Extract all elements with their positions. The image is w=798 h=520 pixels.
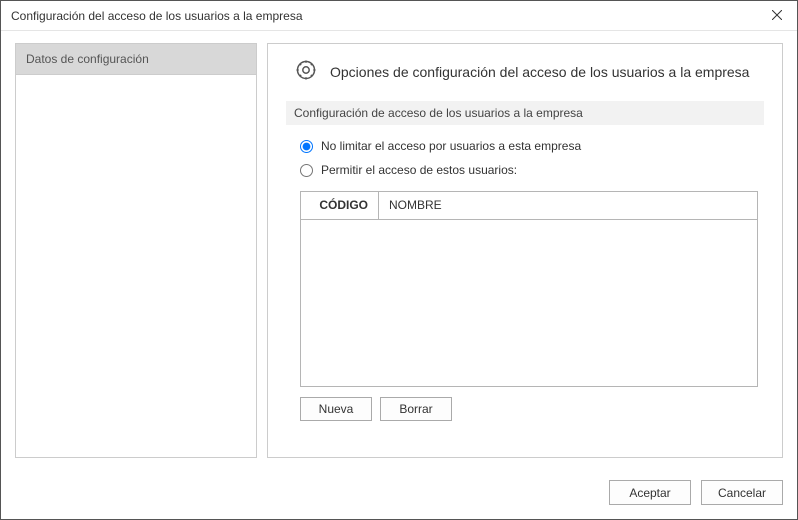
delete-button[interactable]: Borrar [380,397,452,421]
titlebar: Configuración del acceso de los usuarios… [1,1,797,31]
radio-no-limit-input[interactable] [300,140,313,153]
dialog-footer: Aceptar Cancelar [1,470,797,519]
users-table-wrap: CÓDIGO NOMBRE Nueva Borrar [300,191,758,421]
col-header-code[interactable]: CÓDIGO [301,192,379,219]
close-icon [772,9,782,23]
close-button[interactable] [757,1,797,31]
radio-allow-users[interactable]: Permitir el acceso de estos usuarios: [300,163,764,177]
accept-button[interactable]: Aceptar [609,480,691,505]
radio-no-limit-label: No limitar el acceso por usuarios a esta… [321,139,581,153]
sidebar-item-config-data[interactable]: Datos de configuración [16,44,256,75]
radio-allow-users-input[interactable] [300,164,313,177]
cancel-button[interactable]: Cancelar [701,480,783,505]
sidebar: Datos de configuración [15,43,257,458]
section-label: Configuración de acceso de los usuarios … [286,101,764,125]
radio-no-limit[interactable]: No limitar el acceso por usuarios a esta… [300,139,764,153]
table-header: CÓDIGO NOMBRE [301,192,757,220]
window-title: Configuración del acceso de los usuarios… [11,9,303,23]
sidebar-item-label: Datos de configuración [26,52,149,66]
dialog-body: Datos de configuración Opciones de confi… [1,31,797,470]
users-table[interactable]: CÓDIGO NOMBRE [300,191,758,387]
gear-icon [294,58,318,85]
table-buttons: Nueva Borrar [300,397,758,421]
radio-group: No limitar el acceso por usuarios a esta… [286,139,764,177]
radio-allow-users-label: Permitir el acceso de estos usuarios: [321,163,517,177]
panel-heading: Opciones de configuración del acceso de … [286,58,764,85]
new-button[interactable]: Nueva [300,397,372,421]
main-panel: Opciones de configuración del acceso de … [267,43,783,458]
col-header-name[interactable]: NOMBRE [379,192,757,219]
dialog-window: Configuración del acceso de los usuarios… [0,0,798,520]
panel-heading-text: Opciones de configuración del acceso de … [330,64,749,80]
